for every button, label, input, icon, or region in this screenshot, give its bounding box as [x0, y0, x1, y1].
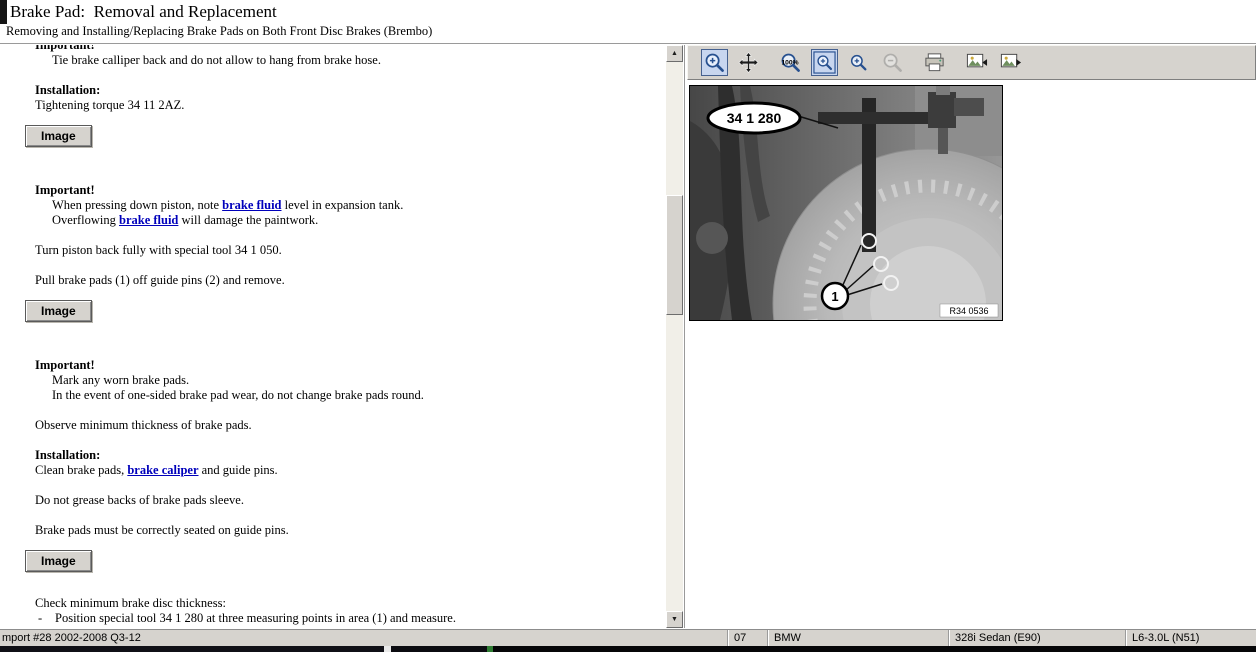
page-subtitle: Removing and Installing/Replacing Brake …	[6, 24, 432, 39]
doc-heading: Installation:	[35, 83, 646, 98]
doc-paragraph: Pull brake pads (1) off guide pins (2) a…	[35, 273, 646, 288]
svg-text:100%: 100%	[781, 59, 798, 66]
scrollbar-track[interactable]: ▲ ▼	[666, 45, 683, 628]
brake-caliper-link[interactable]: brake caliper	[127, 463, 198, 477]
status-group: 07	[727, 630, 767, 646]
doc-heading: Important!	[35, 45, 646, 53]
doc-paragraph: Brake pads must be correctly seated on g…	[35, 523, 646, 538]
status-engine: L6-3.0L (N51)	[1125, 630, 1256, 646]
doc-paragraph: Overflowing brake fluid will damage the …	[35, 213, 646, 228]
doc-paragraph: In the event of one-sided brake pad wear…	[35, 388, 646, 403]
page-title: Brake Pad: Removal and Replacement	[10, 2, 277, 22]
doc-heading: Important!	[35, 358, 646, 373]
image-viewer-panel: 100%	[684, 45, 1256, 628]
brake-disc-photo[interactable]: 1 34 1 280 R34 0536	[689, 85, 1003, 321]
doc-paragraph: Observe minimum thickness of brake pads.	[35, 418, 646, 433]
image-button-row: Image	[35, 125, 646, 147]
document-content: Important!Tie brake calliper back and do…	[0, 45, 666, 628]
status-bar: mport #28 2002-2008 Q3-1207BMW328i Sedan…	[0, 629, 1256, 646]
brake-disc-illustration: 1 34 1 280 R34 0536	[690, 86, 1002, 320]
previous-image-button[interactable]	[963, 49, 990, 76]
zoom-out-icon	[881, 51, 904, 74]
brake-fluid-link[interactable]: brake fluid	[119, 213, 178, 227]
scrollbar-thumb[interactable]	[666, 195, 683, 315]
taskbar-segment	[0, 646, 384, 652]
doc-heading: Installation:	[35, 448, 646, 463]
zoom-100-icon: 100%	[779, 51, 802, 74]
doc-paragraph: Clean brake pads, brake caliper and guid…	[35, 463, 646, 478]
scrollbar-up-button[interactable]: ▲	[666, 45, 683, 62]
scrollbar-down-button[interactable]: ▼	[666, 611, 683, 628]
pan-tool-button[interactable]	[735, 49, 762, 76]
image-button-row: Image	[35, 300, 646, 322]
figure-ref-label: R34 0536	[949, 306, 988, 316]
zoom-fit-icon	[813, 51, 836, 74]
image-viewer-toolbar: 100%	[687, 45, 1256, 80]
zoom-100-button[interactable]: 100%	[777, 49, 804, 76]
next-image-icon	[999, 51, 1022, 74]
brake-fluid-link[interactable]: brake fluid	[222, 198, 281, 212]
zoom-fit-button[interactable]	[811, 49, 838, 76]
status-model: 328i Sedan (E90)	[948, 630, 1125, 646]
tool-number-label: 34 1 280	[727, 110, 782, 126]
doc-list-item: Position special tool 34 1 280 at three …	[35, 611, 646, 626]
doc-paragraph: Check minimum brake disc thickness:	[35, 596, 646, 611]
previous-image-icon	[965, 51, 988, 74]
doc-heading: Important!	[35, 183, 646, 198]
doc-paragraph: When pressing down piston, note brake fl…	[35, 198, 646, 213]
pan-tool-icon	[737, 51, 760, 74]
status-make: BMW	[767, 630, 948, 646]
article-header: Brake Pad: Removal and Replacement Remov…	[0, 0, 1256, 44]
doc-paragraph: Tightening torque 34 11 2AZ.	[35, 98, 646, 113]
print-button[interactable]	[921, 49, 948, 76]
image-button[interactable]: Image	[25, 300, 92, 322]
doc-paragraph: Do not grease backs of brake pads sleeve…	[35, 493, 646, 508]
zoom-in-tool-button[interactable]	[701, 49, 728, 76]
next-image-button[interactable]	[997, 49, 1024, 76]
zoom-out-button	[879, 49, 906, 76]
corner-block	[0, 0, 7, 24]
zoom-in-tool-icon	[703, 51, 726, 74]
image-button[interactable]: Image	[25, 550, 92, 572]
service-manual-window: Brake Pad: Removal and Replacement Remov…	[0, 0, 1256, 652]
taskbar-segment	[487, 646, 493, 652]
doc-paragraph: Tie brake calliper back and do not allow…	[35, 53, 646, 68]
print-icon	[923, 51, 946, 74]
callout-number: 1	[831, 289, 838, 304]
taskbar-segment	[384, 646, 391, 652]
status-source: mport #28 2002-2008 Q3-12	[0, 630, 727, 646]
zoom-in-icon	[847, 51, 870, 74]
doc-list-item: Gauge measurement result and compare wit…	[35, 626, 646, 628]
taskbar-segment	[391, 646, 487, 652]
zoom-in-button[interactable]	[845, 49, 872, 76]
image-button-row: Image	[35, 550, 646, 572]
doc-paragraph: Turn piston back fully with special tool…	[35, 243, 646, 258]
taskbar[interactable]	[0, 646, 1256, 652]
image-button[interactable]: Image	[25, 125, 92, 147]
doc-paragraph: Mark any worn brake pads.	[35, 373, 646, 388]
